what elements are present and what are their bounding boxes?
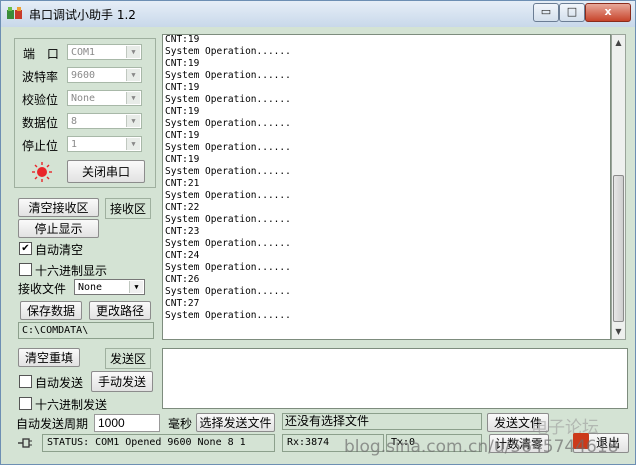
minimize-icon: ▭ [540, 5, 552, 18]
save-data-button[interactable]: 保存数据 [20, 301, 82, 320]
stop-display-button[interactable]: 停止显示 [18, 219, 99, 238]
clear-send-button[interactable]: 清空重填 [18, 348, 80, 367]
period-unit-label: 毫秒 [168, 417, 193, 431]
parity-select[interactable]: None ▼ [67, 90, 142, 106]
send-area-label: 发送区 [105, 348, 152, 369]
scroll-up-icon[interactable]: ▲ [612, 35, 625, 50]
hex-send-checkbox[interactable] [19, 397, 32, 410]
scroll-down-icon[interactable]: ▼ [612, 324, 625, 339]
file-status-text: 还没有选择文件 [282, 413, 482, 430]
stopbits-select[interactable]: 1 ▼ [67, 136, 142, 152]
status-text: STATUS: COM1 Opened 9600 None 8 1 [42, 434, 275, 452]
receive-area-label: 接收区 [105, 198, 152, 219]
databits-select[interactable]: 8 ▼ [67, 113, 142, 129]
receive-file-label: 接收文件 [18, 282, 67, 296]
maximize-button[interactable]: □ [559, 3, 585, 22]
chevron-down-icon[interactable]: ▼ [129, 281, 143, 293]
period-input[interactable]: 1000 [94, 414, 160, 432]
receive-file-select[interactable]: None ▼ [74, 279, 145, 295]
parity-value: None [71, 93, 96, 104]
chevron-down-icon[interactable]: ▼ [126, 138, 140, 150]
baud-value: 9600 [71, 70, 96, 81]
chevron-down-icon[interactable]: ▼ [126, 115, 140, 127]
databits-value: 8 [71, 116, 78, 127]
pin-icon[interactable] [17, 437, 33, 449]
select-send-file-button[interactable]: 选择发送文件 [196, 413, 275, 432]
chevron-down-icon[interactable]: ▼ [126, 69, 140, 81]
vertical-scrollbar[interactable]: ▲ ▼ [611, 34, 626, 340]
app-icon [7, 7, 22, 19]
close-button[interactable]: x [585, 3, 631, 22]
auto-clear-checkbox[interactable]: ✔ [19, 242, 32, 255]
chevron-down-icon[interactable]: ▼ [126, 92, 140, 104]
title-bar[interactable]: 串口调试小助手 1.2 ▭ □ x [1, 1, 635, 27]
receive-output[interactable]: CNT:19 System Operation...... CNT:19 Sys… [162, 34, 611, 340]
change-path-button[interactable]: 更改路径 [89, 301, 151, 320]
auto-send-checkbox[interactable] [19, 375, 32, 388]
port-status-lamp-icon [32, 162, 52, 182]
manual-send-button[interactable]: 手动发送 [91, 371, 153, 392]
hex-display-label: 十六进制显示 [35, 264, 108, 278]
clear-receive-button[interactable]: 清空接收区 [18, 198, 99, 217]
receive-output-text: CNT:19 System Operation...... CNT:19 Sys… [165, 34, 291, 321]
parity-label: 校验位 [22, 93, 59, 107]
auto-send-label: 自动发送 [35, 376, 84, 390]
stopbits-value: 1 [71, 139, 78, 150]
port-value: COM1 [71, 47, 96, 58]
scroll-thumb[interactable] [613, 175, 624, 322]
receive-file-value: None [78, 282, 103, 293]
send-input[interactable] [162, 348, 628, 409]
hex-send-label: 十六进制发送 [35, 398, 108, 412]
close-port-button[interactable]: 关闭串口 [67, 160, 145, 183]
blog-watermark: blog.sina.com.cn/u/5645744618 [344, 437, 619, 457]
hex-display-checkbox[interactable] [19, 263, 32, 276]
window-title: 串口调试小助手 1.2 [29, 8, 136, 22]
databits-label: 数据位 [22, 116, 59, 130]
port-label: 端 口 [23, 47, 63, 61]
app-window: 串口调试小助手 1.2 ▭ □ x 端 口 COM1 ▼ 波特率 9600 ▼ 校验… [0, 0, 636, 465]
baud-label: 波特率 [22, 70, 59, 84]
baud-select[interactable]: 9600 ▼ [67, 67, 142, 83]
chevron-down-icon[interactable]: ▼ [126, 46, 140, 58]
auto-clear-label: 自动清空 [35, 243, 84, 257]
stopbits-label: 停止位 [22, 139, 59, 153]
maximize-icon: □ [566, 5, 578, 18]
save-path-field[interactable]: C:\COMDATA\ [18, 322, 154, 339]
close-icon: x [604, 5, 612, 18]
port-select[interactable]: COM1 ▼ [67, 44, 142, 60]
minimize-button[interactable]: ▭ [533, 3, 559, 22]
period-label: 自动发送周期 [16, 417, 89, 431]
